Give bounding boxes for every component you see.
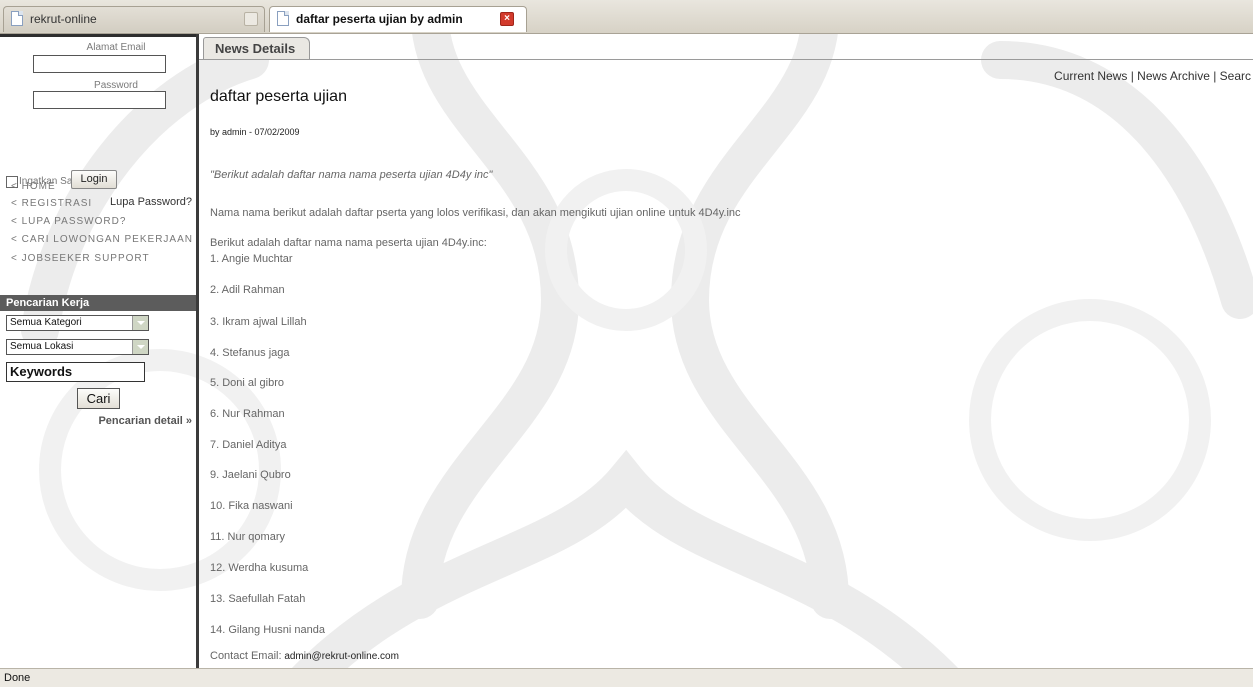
page-icon [11,11,23,26]
list-item: 2. Adil Rahman [210,284,285,296]
contact-email-value[interactable]: admin@rekrut-online.com [284,651,399,662]
list-item: 7. Daniel Aditya [210,439,287,451]
nav-lupa-password[interactable]: < LUPA PASSWORD? [11,216,126,227]
email-label: Alamat Email [86,42,146,53]
location-select[interactable]: Semua Lokasi [6,339,149,355]
close-tab-icon[interactable]: × [500,12,514,26]
status-text: Done [4,672,31,684]
page-icon [277,11,289,26]
contact-email: Contact Email: admin@rekrut-online.com [210,650,399,662]
tab-news-details[interactable]: News Details [203,37,311,60]
list-item: 6. Nur Rahman [210,408,285,420]
browser-tab-active[interactable]: daftar peserta ujian by admin × [269,6,527,32]
news-description: Nama nama berikut adalah daftar pserta y… [210,207,741,219]
browser-tab-bar: rekrut-online daftar peserta ujian by ad… [0,0,1253,34]
news-nav-links[interactable]: Current News | News Archive | Searc [1054,69,1251,83]
nav-home[interactable]: < HOME [11,181,56,192]
list-item: 5. Doni al gibro [210,377,284,389]
login-button[interactable]: Login [71,170,117,189]
left-sidebar: Alamat Email Password Ingatkan Saya Logi… [0,34,199,668]
browser-status-bar: Done [0,668,1253,687]
tab-grip-icon [244,12,258,26]
password-input[interactable] [33,91,166,109]
chevron-down-icon [132,316,148,330]
nav-jobseeker-support[interactable]: < JOBSEEKER SUPPORT [11,253,150,264]
location-select-value: Semua Lokasi [10,341,74,352]
list-item: 14. Gilang Husni nanda [210,624,325,636]
list-item: 4. Stefanus jaga [210,347,290,359]
sidebar-top-rule [0,34,196,37]
tab-label: daftar peserta ujian by admin [296,12,463,26]
category-select[interactable]: Semua Kategori [6,315,149,331]
list-item: 12. Werdha kusuma [210,562,309,574]
list-item: 11. Nur qomary [210,531,285,543]
contact-email-label: Contact Email: [210,650,282,662]
list-item: 9. Jaelani Qubro [210,469,291,481]
list-item: 1. Angie Muchtar [210,253,293,265]
tab-label: rekrut-online [30,12,97,26]
participant-list-heading: Berikut adalah daftar nama nama peserta … [210,237,487,249]
category-select-value: Semua Kategori [10,317,82,328]
detailed-search-link[interactable]: Pencarian detail » [98,415,192,427]
page-title: daftar peserta ujian [210,88,347,105]
job-search-header: Pencarian Kerja [0,295,196,311]
news-byline: by admin - 07/02/2009 [210,127,300,137]
news-intro: "Berikut adalah daftar nama nama peserta… [210,169,493,181]
browser-tab-rekrut-online[interactable]: rekrut-online [3,6,265,32]
password-label: Password [94,80,138,91]
list-item: 13. Saefullah Fatah [210,593,306,605]
search-button[interactable]: Cari [77,388,120,409]
list-item: 10. Fika naswani [210,500,293,512]
nav-cari-lowongan[interactable]: < CARI LOWONGAN PEKERJAAN [11,234,193,245]
forgot-password-link[interactable]: Lupa Password? [110,196,192,208]
tab-divider [199,59,1253,60]
list-item: 3. Ikram ajwal Lillah [210,316,307,328]
email-input[interactable] [33,55,166,73]
main-content: News Details Current News | News Archive… [199,34,1253,668]
chevron-down-icon [132,340,148,354]
nav-registrasi[interactable]: < REGISTRASI [11,198,92,209]
keywords-input[interactable]: Keywords [6,362,145,382]
